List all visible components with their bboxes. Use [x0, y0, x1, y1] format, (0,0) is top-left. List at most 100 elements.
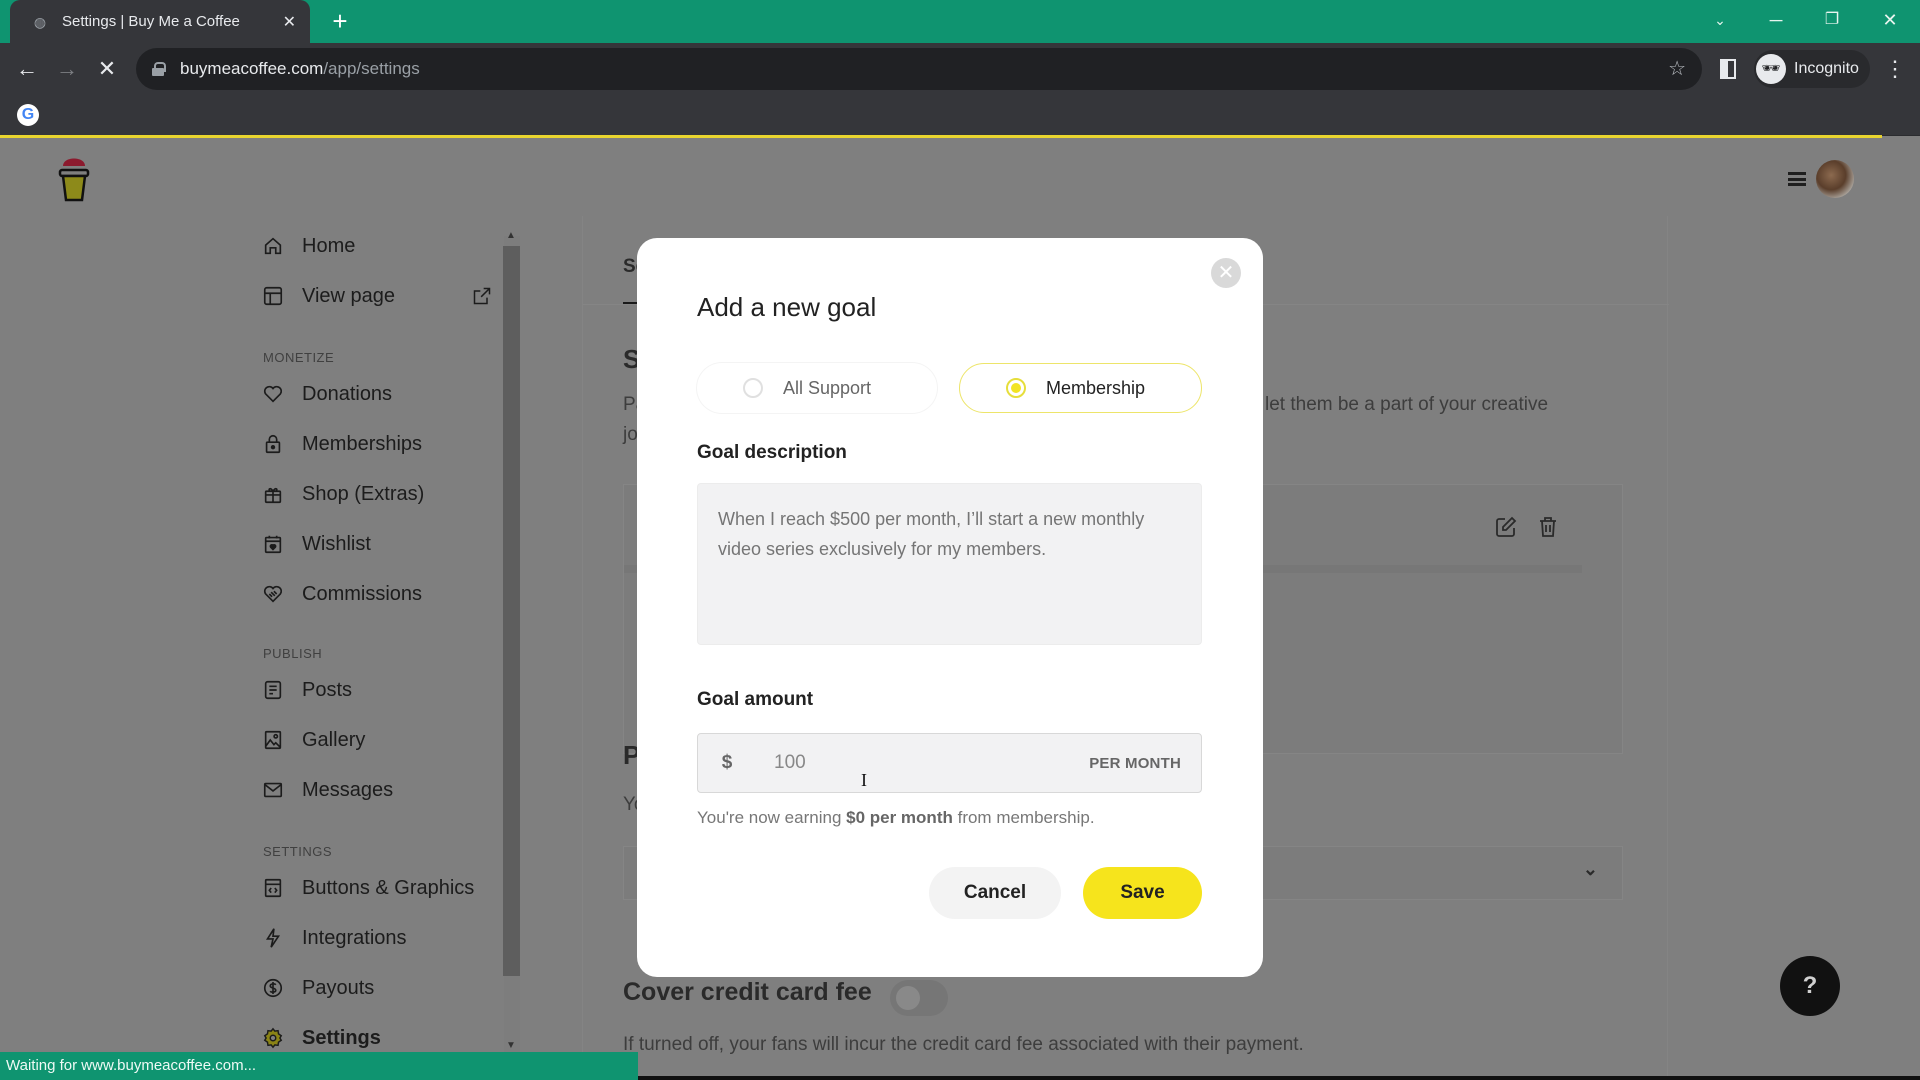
browser-status-bubble: Waiting for www.buymeacoffee.com...	[0, 1052, 638, 1080]
browser-tab-active[interactable]: ◍ Settings | Buy Me a Coffee ✕	[10, 0, 310, 43]
sidebar-item-buttons-graphics[interactable]: Buttons & Graphics	[262, 870, 492, 906]
earning-prefix: You're now earning	[697, 808, 847, 827]
goal-type-all-support[interactable]: All Support	[697, 363, 937, 413]
option-label: Membership	[1046, 377, 1146, 398]
option-label: All Support	[783, 377, 872, 398]
sidebar-item-label: Buttons & Graphics	[302, 876, 475, 899]
sidebar-item-label: Integrations	[302, 926, 407, 949]
buymeacoffee-logo-icon[interactable]	[56, 152, 92, 204]
sidebar-item-label: Home	[302, 234, 356, 257]
amount-unit: PER MONTH	[1089, 754, 1181, 772]
sidebar-item-label: Donations	[302, 382, 393, 405]
text-cursor-icon: I	[861, 770, 867, 790]
tab-search-chevron-icon[interactable]: ⌄	[1692, 0, 1748, 43]
sidebar-item-wishlist[interactable]: Wishlist	[262, 526, 492, 562]
sidebar-item-view-page[interactable]: View page	[262, 278, 492, 314]
sidebar-nav: Home View page MONETIZE Donations Member…	[250, 228, 510, 1080]
forward-button[interactable]: →	[51, 53, 83, 85]
sidebar-item-donations[interactable]: Donations	[262, 376, 492, 412]
stop-loading-button[interactable]: ✕	[91, 53, 123, 85]
tab-title: Settings | Buy Me a Coffee	[62, 13, 240, 30]
url-host: buymeacoffee.com	[180, 59, 324, 78]
goal-description-input[interactable]	[697, 483, 1202, 645]
trash-icon[interactable]	[1536, 515, 1560, 539]
url-path: /app/settings	[323, 59, 420, 78]
sidebar-item-settings[interactable]: Settings	[262, 1020, 492, 1056]
hamburger-menu-icon[interactable]	[1788, 172, 1806, 186]
layout-icon	[262, 285, 284, 307]
image-icon	[262, 729, 284, 751]
sidebar-item-messages[interactable]: Messages	[262, 772, 492, 808]
cover-fee-description: If turned off, your fans will incur the …	[623, 1034, 1304, 1055]
close-window-button[interactable]: ✕	[1862, 0, 1918, 43]
modal-title: Add a new goal	[697, 292, 877, 322]
taskbar-edge	[638, 1076, 1920, 1080]
browser-menu-icon[interactable]: ⋮	[1884, 53, 1906, 85]
radio-all-support[interactable]	[743, 378, 763, 398]
browser-tab-strip: ◍ Settings | Buy Me a Coffee ✕ + ⌄ ─ ❐ ✕	[0, 0, 1920, 43]
section-description-line2: jo	[623, 424, 638, 445]
sidebar-item-posts[interactable]: Posts	[262, 672, 492, 708]
sidebar-scrollbar-thumb[interactable]	[503, 246, 520, 976]
save-button[interactable]: Save	[1083, 867, 1202, 919]
goal-amount-field[interactable]: $ 100 PER MONTH	[697, 733, 1202, 793]
earning-suffix: from membership.	[952, 808, 1095, 827]
sidebar-item-label: Messages	[302, 778, 394, 801]
bookmark-star-icon[interactable]: ☆	[1668, 56, 1686, 81]
incognito-label: Incognito	[1794, 60, 1859, 77]
section-description-end: let them be a part of your creative	[1265, 394, 1549, 415]
sidebar-item-integrations[interactable]: Integrations	[262, 920, 492, 956]
sidebar-item-label: View page	[302, 284, 396, 307]
external-link-icon[interactable]	[472, 286, 492, 306]
back-button[interactable]: ←	[11, 53, 43, 85]
globe-icon: ◍	[33, 13, 47, 30]
lock-icon	[152, 62, 166, 76]
incognito-icon: 🕶	[1756, 54, 1786, 84]
sidebar-item-shop[interactable]: Shop (Extras)	[262, 476, 492, 512]
goal-type-membership[interactable]: Membership	[959, 363, 1202, 413]
code-window-icon	[262, 877, 284, 899]
lock-icon	[262, 433, 284, 455]
scroll-down-arrow-icon[interactable]: ▼	[506, 1040, 516, 1051]
goal-amount-label: Goal amount	[697, 689, 814, 710]
sidebar-item-payouts[interactable]: Payouts	[262, 970, 492, 1006]
lightning-icon	[262, 927, 284, 949]
sidebar-item-memberships[interactable]: Memberships	[262, 426, 492, 462]
dollar-icon	[262, 977, 284, 999]
scroll-up-arrow-icon[interactable]: ▲	[506, 230, 516, 241]
browser-toolbar: ← → ✕ buymeacoffee.com/app/settings ☆ 🕶 …	[0, 43, 1920, 95]
minimize-button[interactable]: ─	[1748, 0, 1804, 43]
radio-membership[interactable]	[1006, 378, 1026, 398]
address-bar[interactable]: buymeacoffee.com/app/settings ☆	[136, 48, 1702, 90]
bookmarks-bar: G	[0, 95, 1920, 136]
edit-icon[interactable]	[1494, 515, 1518, 539]
modal-close-button[interactable]: ✕	[1211, 258, 1241, 288]
add-goal-modal: ✕ Add a new goal All Support Membership …	[637, 238, 1263, 977]
cover-fee-toggle[interactable]	[890, 980, 948, 1016]
incognito-profile-button[interactable]: 🕶 Incognito	[1754, 50, 1870, 88]
cover-fee-title: Cover credit card fee	[623, 978, 872, 1006]
sidebar-item-label: Commissions	[302, 582, 423, 605]
cancel-button[interactable]: Cancel	[929, 867, 1061, 919]
side-panel-icon[interactable]	[1720, 59, 1736, 79]
sidebar-item-label: Memberships	[302, 432, 423, 455]
calendar-heart-icon	[262, 533, 284, 555]
google-bookmark-icon[interactable]: G	[17, 104, 39, 126]
sidebar-item-commissions[interactable]: Commissions	[262, 576, 492, 612]
mail-icon	[262, 779, 284, 801]
sidebar-item-home[interactable]: Home	[262, 228, 492, 264]
goal-amount-input[interactable]: 100	[756, 752, 1089, 774]
restore-button[interactable]: ❐	[1804, 0, 1860, 43]
heart-icon	[262, 383, 284, 405]
sidebar-item-label: Wishlist	[302, 532, 371, 555]
tab-close-icon[interactable]: ✕	[283, 12, 296, 32]
home-icon	[262, 235, 284, 257]
handshake-icon	[262, 583, 284, 605]
sidebar-item-gallery[interactable]: Gallery	[262, 722, 492, 758]
sidebar-item-label: Posts	[302, 678, 353, 701]
document-icon	[262, 679, 284, 701]
goal-description-label: Goal description	[697, 442, 847, 463]
user-avatar[interactable]	[1816, 160, 1854, 198]
help-button[interactable]: ?	[1780, 956, 1840, 1016]
new-tab-button[interactable]: +	[326, 7, 354, 35]
